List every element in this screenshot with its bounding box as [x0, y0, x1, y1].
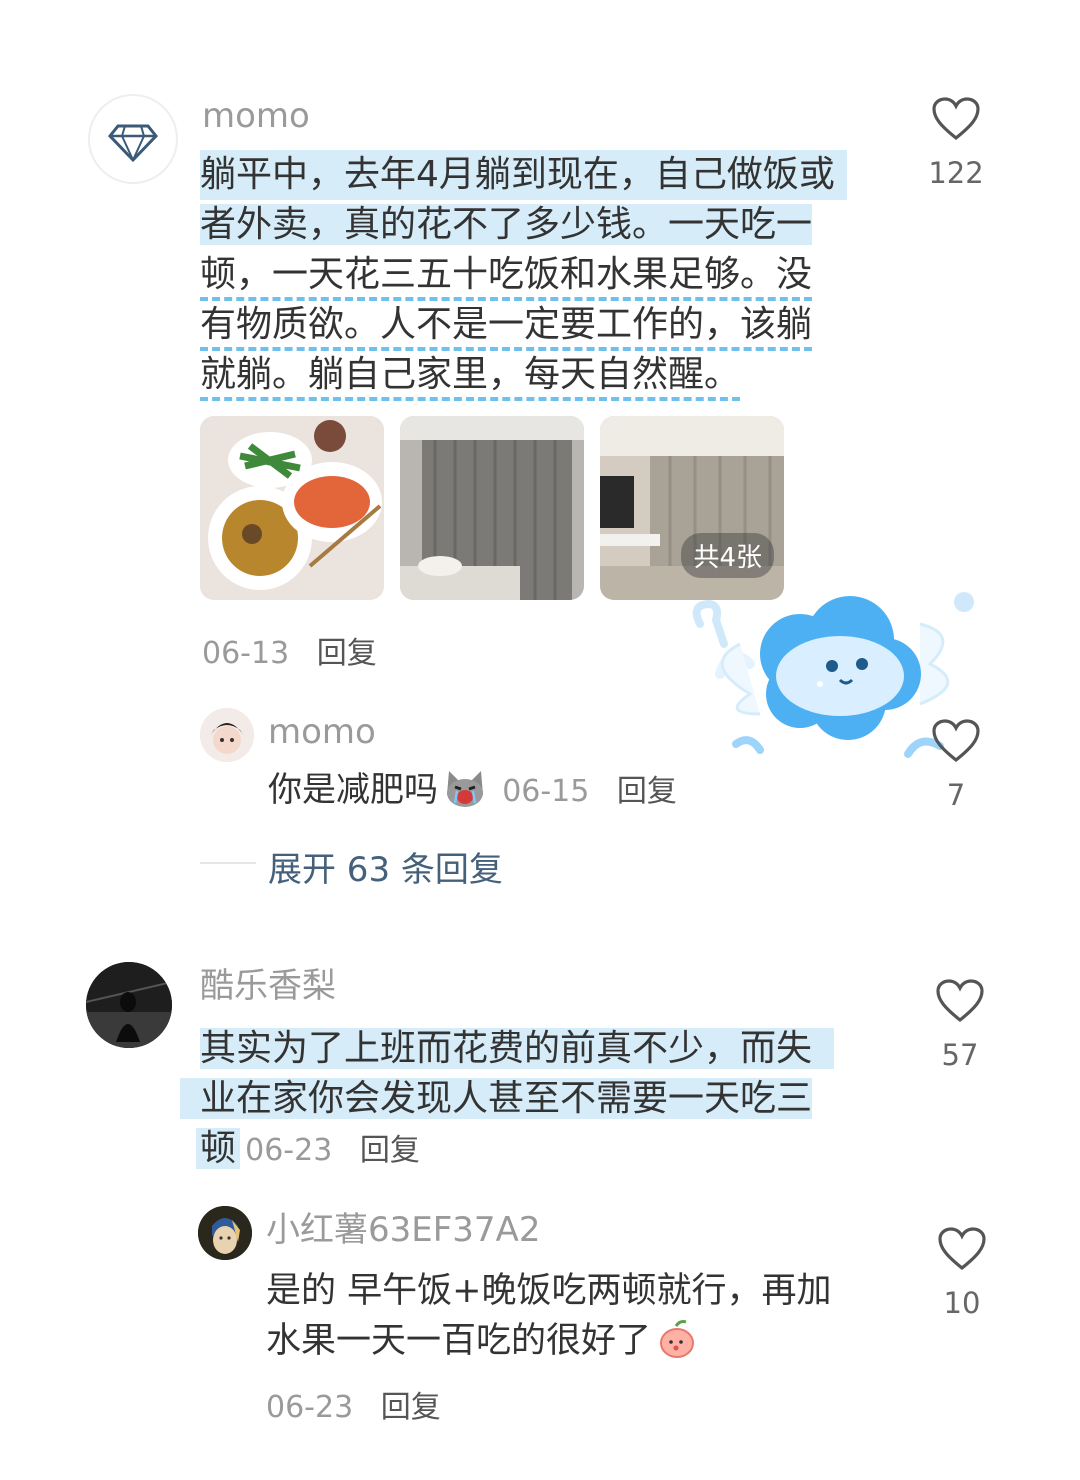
reply-text: 你是减肥吗	[268, 770, 438, 810]
comment-date: 06-23	[245, 1133, 333, 1168]
reply-text-line: 是的 早午饭+晚饭吃两顿就行，再加	[266, 1271, 832, 1311]
like-count: 10	[943, 1286, 981, 1320]
comment-date: 06-13	[202, 636, 290, 671]
expand-replies-button[interactable]: 展开 63 条回复	[268, 842, 503, 891]
like-button[interactable]: 10	[932, 1226, 992, 1320]
like-button[interactable]: 122	[926, 96, 986, 190]
avatar-momo[interactable]	[88, 94, 178, 184]
comment-username[interactable]: momo	[202, 96, 310, 136]
like-button[interactable]: 7	[926, 718, 986, 812]
photo-food[interactable]	[200, 416, 384, 600]
reply-button[interactable]: 回复	[381, 1390, 441, 1425]
avatar-reply-momo[interactable]	[200, 708, 254, 762]
comment-text-line: 业在家你会发现人甚至不需要一天吃三	[180, 1074, 813, 1124]
like-count: 57	[941, 1038, 979, 1072]
peach-emoji	[656, 1318, 698, 1364]
reply-row: 你是减肥吗 06-15 回复	[268, 762, 677, 813]
heart-outline-icon	[932, 719, 980, 763]
reply-meta: 06-23 回复	[266, 1382, 441, 1426]
reply-button[interactable]: 回复	[360, 1133, 420, 1168]
reply-username[interactable]: momo	[268, 712, 376, 752]
reply-button[interactable]: 回复	[317, 636, 377, 671]
comment-text-line: 有物质欲。人不是一定要工作的，该躺	[200, 300, 813, 351]
comment-meta: 06-13 回复	[202, 628, 377, 672]
photo-bedroom[interactable]	[400, 416, 584, 600]
heart-outline-icon	[932, 97, 980, 141]
heart-outline-icon	[938, 1227, 986, 1271]
reply-button[interactable]: 回复	[617, 774, 677, 809]
heart-outline-icon	[936, 979, 984, 1023]
comment-text-line: 躺平中，去年4月躺到现在，自己做饭或	[200, 150, 847, 200]
reply-text-line: 水果一天一百吃的很好了	[266, 1321, 652, 1361]
avatar-kulexiangli[interactable]	[86, 962, 172, 1048]
comment-text-line: 其实为了上班而花费的前真不少，而失	[200, 1024, 835, 1074]
photo-living-room[interactable]: 共4张	[600, 416, 784, 600]
comment-username[interactable]: 酷乐香梨	[200, 966, 336, 1006]
reply-date: 06-15	[502, 774, 590, 809]
like-count: 122	[928, 156, 984, 190]
like-button[interactable]: 57	[930, 978, 990, 1072]
comment-text-line: 顿	[196, 1128, 241, 1169]
comment-text-line: 顿，一天花三五十吃饭和水果足够。没	[200, 250, 813, 301]
reply-username[interactable]: 小红薯63EF37A2	[266, 1210, 540, 1250]
reply-date: 06-23	[266, 1390, 354, 1425]
avatar-xiaohongshu-user[interactable]	[198, 1206, 252, 1260]
like-count: 7	[946, 778, 966, 812]
crying-cat-emoji	[443, 765, 487, 813]
photo-count-badge: 共4张	[681, 533, 774, 578]
expand-divider	[200, 862, 256, 864]
comment-last-line: 顿 06-23 回复	[196, 1124, 420, 1174]
comment-text-line: 者外卖，真的花不了多少钱。一天吃一	[200, 204, 813, 245]
reply-text-row: 水果一天一百吃的很好了	[266, 1316, 698, 1366]
diamond-icon	[108, 124, 158, 163]
comment-text-line: 就躺。躺自己家里，每天自然醒。	[200, 350, 741, 401]
